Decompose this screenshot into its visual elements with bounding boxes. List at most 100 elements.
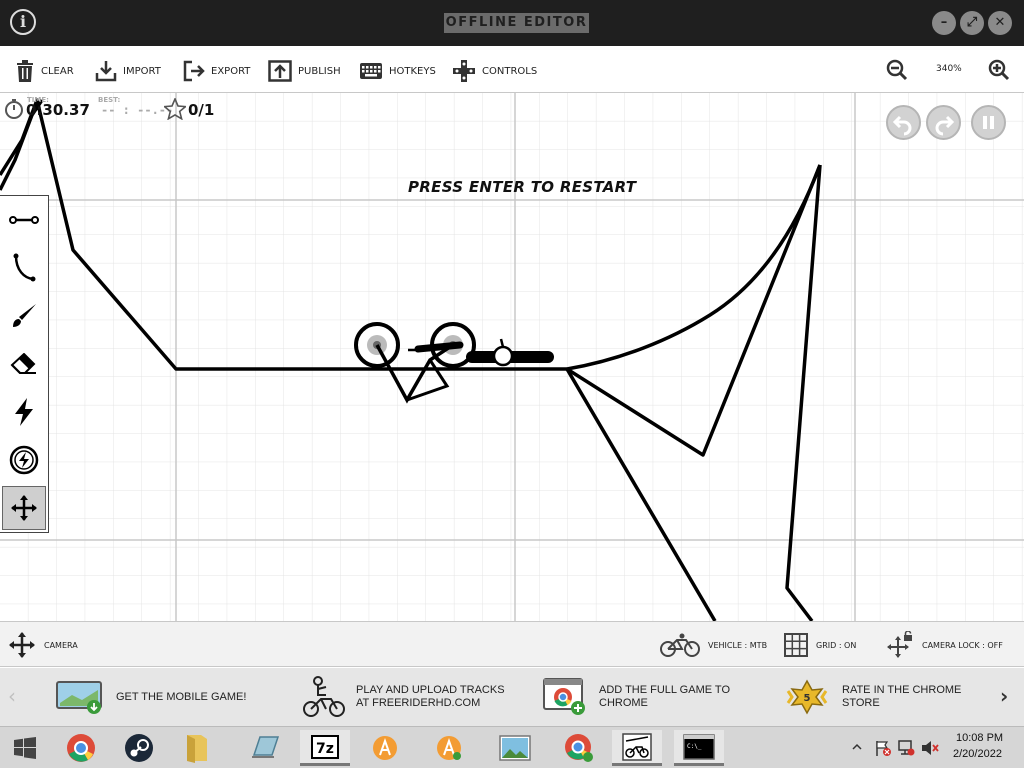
- mobile-game-icon: [56, 681, 102, 714]
- curve-tool[interactable]: [2, 246, 46, 290]
- camera-move-icon: [11, 495, 37, 521]
- taskbar-7zip[interactable]: 7z: [300, 730, 350, 766]
- timer-icon: [5, 99, 23, 119]
- redo-button[interactable]: [926, 105, 961, 140]
- taskbar-tablet-app[interactable]: [240, 730, 290, 766]
- straight-line-tool[interactable]: [2, 198, 46, 242]
- clock-time[interactable]: 10:08 PM: [956, 732, 1003, 744]
- promo-freeriderhd-text: PLAY AND UPLOAD TRACKS AT FREERIDERHD.CO…: [356, 684, 505, 709]
- promo-mobile-text: GET THE MOBILE GAME!: [116, 690, 247, 703]
- bike-icon: [660, 633, 700, 657]
- taskbar-chrome-profile[interactable]: [554, 730, 604, 766]
- network-icon[interactable]: [897, 739, 915, 757]
- star-icon: [164, 98, 186, 120]
- chrome-icon: [67, 734, 95, 762]
- camera-lock-status[interactable]: CAMERA LOCK : OFF: [886, 630, 1003, 660]
- export-button[interactable]: EXPORT: [183, 58, 250, 84]
- title-bar: i OFFLINE EDITOR – ⤢ ✕: [0, 0, 1024, 46]
- undo-button[interactable]: [886, 105, 921, 140]
- camera-move-tool[interactable]: [2, 486, 46, 530]
- publish-label: PUBLISH: [298, 65, 341, 77]
- zoom-level: 340%: [936, 64, 962, 74]
- taskbar-chrome[interactable]: [56, 730, 106, 766]
- power-up-tool[interactable]: [2, 438, 46, 482]
- grid-icon: [784, 633, 808, 657]
- import-label: IMPORT: [123, 65, 161, 77]
- eraser-icon: [10, 353, 36, 374]
- clear-button[interactable]: CLEAR: [15, 58, 74, 84]
- promo-prev-arrow[interactable]: ‹: [8, 684, 16, 708]
- promo-next-arrow[interactable]: ›: [1000, 684, 1008, 708]
- boost-tool[interactable]: [2, 390, 46, 434]
- taskbar-photos[interactable]: [490, 730, 540, 766]
- hotkeys-button[interactable]: HOTKEYS: [359, 58, 436, 84]
- camera-label: CAMERA: [44, 640, 78, 650]
- controls-label: CONTROLS: [482, 65, 538, 77]
- zoom-in-icon[interactable]: [988, 59, 1010, 81]
- redo-icon: [935, 115, 955, 136]
- grid-label: GRID : ON: [816, 640, 857, 650]
- 7zip-icon: 7z: [311, 734, 339, 759]
- brush-tool[interactable]: [2, 294, 46, 338]
- photos-icon: [499, 735, 531, 761]
- vehicle-label: VEHICLE : MTB: [708, 640, 768, 650]
- taskbar-steam[interactable]: [114, 730, 164, 766]
- folder-icon: [187, 735, 207, 763]
- taskbar-app-a[interactable]: [360, 730, 410, 766]
- keyboard-icon: [360, 63, 382, 79]
- power-up-icon: [9, 445, 39, 475]
- promo-rate-store[interactable]: 5 RATE IN THE CHROME STORE: [782, 675, 992, 719]
- free-rider-icon: [622, 732, 652, 761]
- promo-bar: ‹ GET THE MOBILE GAME! PLAY AND UPLOAD T…: [0, 668, 1024, 726]
- chrome-profile-icon: [565, 734, 593, 762]
- chrome-app-icon: [543, 678, 585, 715]
- minimize-button[interactable]: –: [932, 11, 956, 35]
- promo-chrome-text: ADD THE FULL GAME TO CHROME: [599, 684, 731, 709]
- eraser-tool[interactable]: [2, 342, 46, 386]
- maximize-button[interactable]: ⤢: [960, 11, 984, 35]
- clear-label: CLEAR: [41, 65, 74, 77]
- rating-badge-number: 5: [804, 693, 811, 704]
- promo-chrome-full-game[interactable]: ADD THE FULL GAME TO CHROME: [543, 675, 749, 719]
- action-center-flag-icon[interactable]: [874, 739, 892, 757]
- close-button[interactable]: ✕: [988, 11, 1012, 35]
- drawing-tools-panel: [0, 195, 49, 533]
- brush-icon: [13, 304, 36, 327]
- publish-button[interactable]: PUBLISH: [268, 58, 341, 84]
- promo-freeriderhd[interactable]: PLAY AND UPLOAD TRACKS AT FREERIDERHD.CO…: [302, 675, 506, 719]
- import-button[interactable]: IMPORT: [95, 58, 161, 84]
- boost-icon: [15, 398, 33, 426]
- camera-lock-icon: [887, 631, 912, 658]
- info-icon[interactable]: i: [10, 9, 36, 35]
- promo-mobile-game[interactable]: GET THE MOBILE GAME!: [56, 675, 266, 719]
- controls-button[interactable]: CONTROLS: [452, 58, 537, 84]
- pause-button[interactable]: [971, 105, 1006, 140]
- tray-expand-icon[interactable]: [852, 742, 862, 752]
- windows-logo-icon: [14, 737, 36, 759]
- app-a-2-icon: [437, 736, 461, 760]
- zoom-out-icon[interactable]: [886, 59, 908, 81]
- status-bar: CAMERA VEHICLE : MTB GRID : ON CAMERA LO…: [0, 621, 1024, 667]
- pause-icon: [983, 116, 994, 129]
- stars-counter: 0/1: [188, 101, 215, 119]
- track-canvas[interactable]: [0, 93, 1024, 621]
- taskbar-free-rider[interactable]: [612, 730, 662, 766]
- volume-muted-icon[interactable]: [920, 739, 940, 757]
- taskbar-file-explorer[interactable]: [172, 730, 222, 766]
- export-label: EXPORT: [211, 65, 251, 77]
- trash-icon: [17, 60, 33, 82]
- export-icon: [183, 60, 205, 82]
- undo-icon: [892, 115, 912, 136]
- vehicle-status[interactable]: VEHICLE : MTB: [660, 630, 767, 660]
- terminal-icon: C:\_: [683, 733, 715, 760]
- hotkeys-label: HOTKEYS: [389, 65, 436, 77]
- grid-status[interactable]: GRID : ON: [784, 630, 856, 660]
- taskbar-command-prompt[interactable]: C:\_: [674, 730, 724, 766]
- import-icon: [95, 61, 117, 82]
- rating-badge-icon: 5: [786, 679, 828, 715]
- clock-date[interactable]: 2/20/2022: [953, 748, 1002, 760]
- tablet-icon: [252, 736, 280, 758]
- start-button[interactable]: [0, 730, 50, 766]
- camera-status[interactable]: CAMERA: [8, 630, 78, 660]
- taskbar-app-a-2[interactable]: [424, 730, 474, 766]
